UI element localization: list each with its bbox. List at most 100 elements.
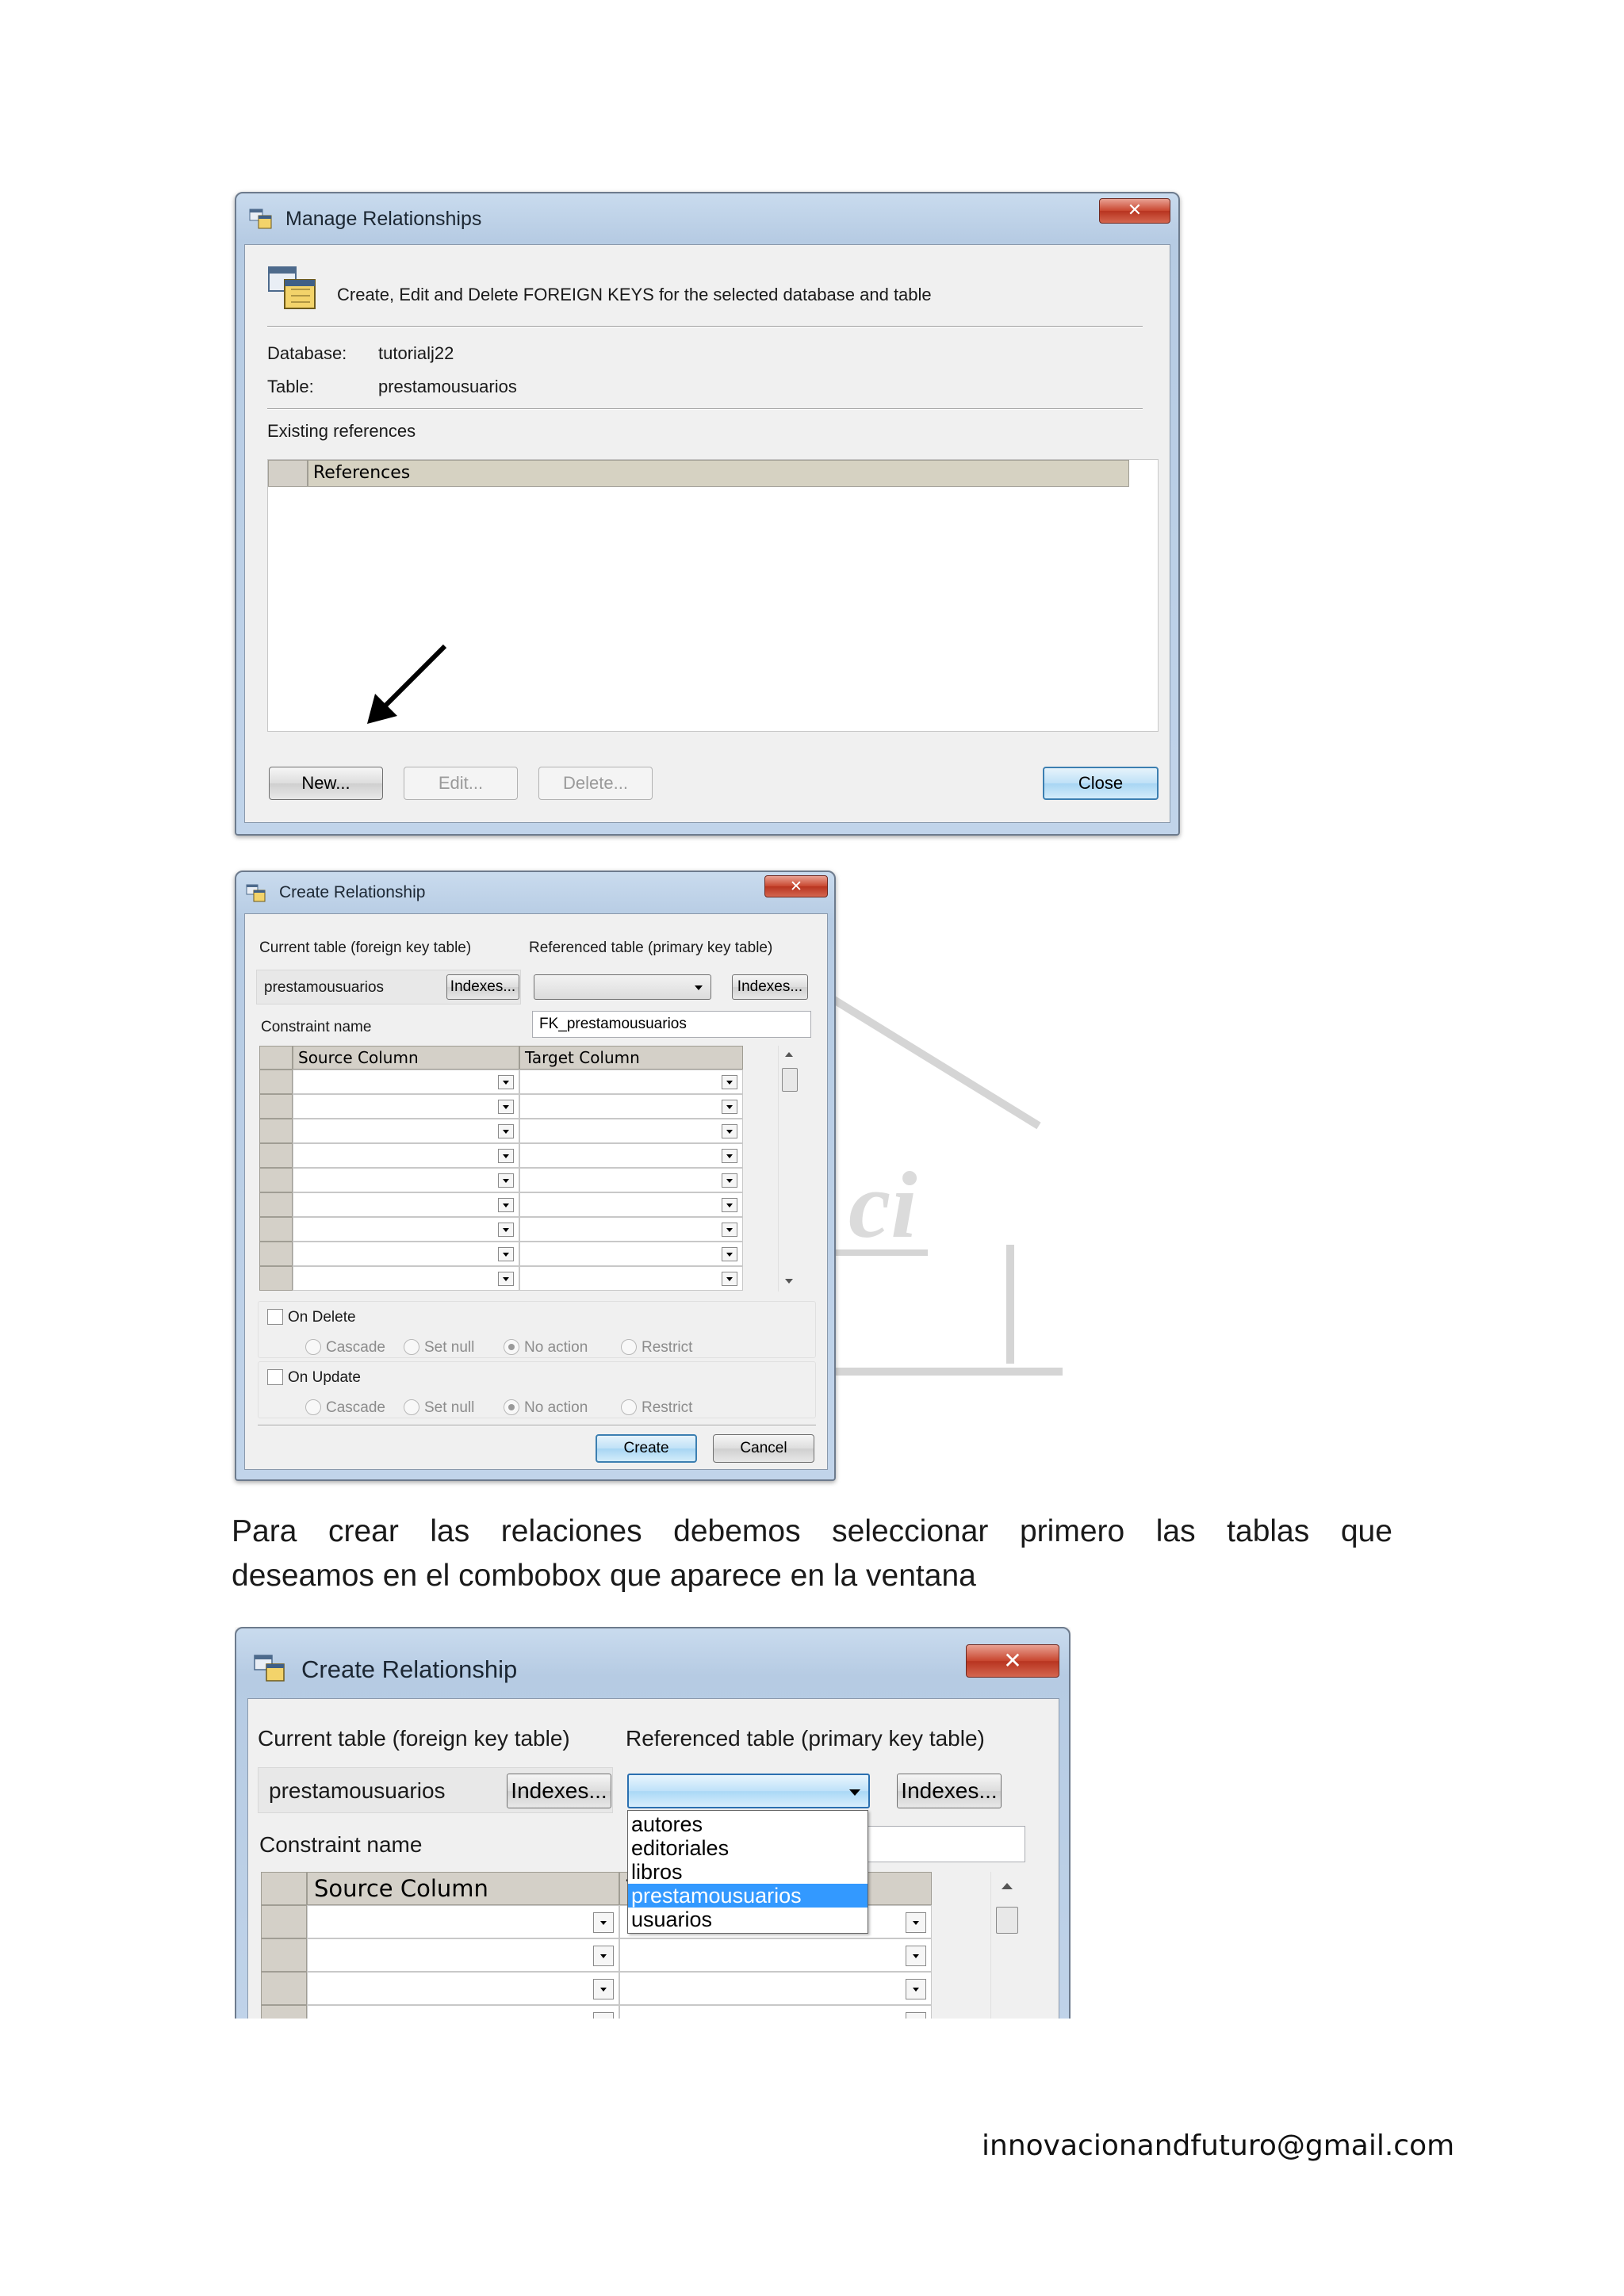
source-column-cell[interactable] xyxy=(307,1972,619,2005)
chevron-down-icon[interactable] xyxy=(722,1272,737,1286)
target-column-cell[interactable] xyxy=(519,1242,743,1266)
source-column-cell[interactable] xyxy=(293,1094,519,1119)
references-column-header[interactable]: References xyxy=(308,460,1129,487)
source-column-cell[interactable] xyxy=(293,1266,519,1291)
chevron-down-icon[interactable] xyxy=(593,1946,614,1966)
chevron-down-icon[interactable] xyxy=(722,1100,737,1114)
on-update-restrict-radio[interactable] xyxy=(621,1399,637,1415)
scroll-up-icon[interactable] xyxy=(1002,1883,1013,1889)
chevron-down-icon[interactable] xyxy=(722,1075,737,1089)
grid-row-header[interactable] xyxy=(259,1168,293,1192)
grid-scrollbar[interactable] xyxy=(990,1872,1022,2019)
chevron-down-icon[interactable] xyxy=(498,1075,514,1089)
referenced-table-combobox[interactable] xyxy=(534,974,711,1000)
grid-row-header[interactable] xyxy=(259,1242,293,1266)
referenced-indexes-button[interactable]: Indexes... xyxy=(897,1774,1002,1808)
grid-row-header[interactable] xyxy=(259,1119,293,1143)
chevron-down-icon[interactable] xyxy=(722,1223,737,1237)
target-column-cell[interactable] xyxy=(519,1143,743,1168)
referenced-indexes-button[interactable]: Indexes... xyxy=(732,974,808,1000)
source-column-cell[interactable] xyxy=(293,1242,519,1266)
delete-button[interactable]: Delete... xyxy=(538,767,653,800)
dropdown-option-highlighted[interactable]: prestamousuarios xyxy=(628,1884,868,1908)
target-column-cell[interactable] xyxy=(519,1192,743,1217)
dropdown-option[interactable]: libros xyxy=(628,1860,868,1884)
target-column-cell[interactable] xyxy=(519,1217,743,1242)
grid-row-header[interactable] xyxy=(261,1972,307,2005)
chevron-down-icon[interactable] xyxy=(593,1979,614,1999)
close-button[interactable]: Close xyxy=(1043,767,1159,800)
chevron-down-icon[interactable] xyxy=(722,1124,737,1138)
on-update-setnull-radio[interactable] xyxy=(404,1399,419,1415)
scroll-down-icon[interactable] xyxy=(785,1279,793,1284)
target-column-cell[interactable] xyxy=(519,1168,743,1192)
referenced-table-dropdown-list[interactable]: autores editoriales libros prestamousuar… xyxy=(627,1810,868,1934)
source-column-cell[interactable] xyxy=(293,1192,519,1217)
chevron-down-icon[interactable] xyxy=(498,1149,514,1163)
chevron-down-icon[interactable] xyxy=(722,1173,737,1188)
grid-row-header[interactable] xyxy=(261,2005,307,2019)
close-icon[interactable]: ✕ xyxy=(1099,198,1170,224)
scroll-thumb[interactable] xyxy=(996,1907,1018,1934)
chevron-down-icon[interactable] xyxy=(498,1272,514,1286)
referenced-table-combobox[interactable] xyxy=(627,1774,870,1808)
scroll-up-icon[interactable] xyxy=(785,1052,793,1057)
chevron-down-icon[interactable] xyxy=(906,2012,926,2019)
dropdown-option[interactable]: usuarios xyxy=(628,1908,868,1931)
on-update-cascade-radio[interactable] xyxy=(305,1399,321,1415)
target-column-cell[interactable] xyxy=(519,1094,743,1119)
chevron-down-icon[interactable] xyxy=(498,1223,514,1237)
source-column-cell[interactable] xyxy=(293,1119,519,1143)
on-delete-restrict-radio[interactable] xyxy=(621,1339,637,1355)
source-column-cell[interactable] xyxy=(307,1938,619,1972)
target-column-cell[interactable] xyxy=(619,1938,932,1972)
source-column-header[interactable]: Source Column xyxy=(293,1046,519,1070)
chevron-down-icon[interactable] xyxy=(906,1946,926,1966)
current-indexes-button[interactable]: Indexes... xyxy=(446,974,519,1000)
on-delete-checkbox[interactable] xyxy=(267,1309,283,1325)
chevron-down-icon[interactable] xyxy=(906,1979,926,1999)
grid-row-header[interactable] xyxy=(259,1192,293,1217)
source-column-cell[interactable] xyxy=(307,2005,619,2019)
on-delete-noaction-radio[interactable] xyxy=(504,1339,519,1355)
chevron-down-icon[interactable] xyxy=(498,1100,514,1114)
grid-row-header[interactable] xyxy=(259,1266,293,1291)
target-column-cell[interactable] xyxy=(519,1070,743,1094)
chevron-down-icon[interactable] xyxy=(722,1198,737,1212)
grid-scrollbar[interactable] xyxy=(778,1046,800,1292)
scroll-thumb[interactable] xyxy=(782,1068,798,1092)
grid-row-header[interactable] xyxy=(261,1905,307,1938)
source-column-header[interactable]: Source Column xyxy=(307,1872,619,1905)
dropdown-option[interactable]: autores xyxy=(628,1812,868,1836)
chevron-down-icon[interactable] xyxy=(593,1912,614,1933)
close-icon[interactable]: ✕ xyxy=(764,875,828,897)
create-button[interactable]: Create xyxy=(596,1434,697,1463)
source-column-cell[interactable] xyxy=(293,1168,519,1192)
grid-row-header[interactable] xyxy=(259,1217,293,1242)
chevron-down-icon[interactable] xyxy=(906,1912,926,1933)
new-button[interactable]: New... xyxy=(269,767,383,800)
chevron-down-icon[interactable] xyxy=(498,1124,514,1138)
grid-row-header[interactable] xyxy=(259,1143,293,1168)
target-column-header[interactable]: Target Column xyxy=(519,1046,743,1070)
on-delete-setnull-radio[interactable] xyxy=(404,1339,419,1355)
grid-row-header[interactable] xyxy=(261,1938,307,1972)
target-column-cell[interactable] xyxy=(519,1266,743,1291)
target-column-cell[interactable] xyxy=(619,2005,932,2019)
chevron-down-icon[interactable] xyxy=(593,2012,614,2019)
source-column-cell[interactable] xyxy=(293,1217,519,1242)
chevron-down-icon[interactable] xyxy=(498,1173,514,1188)
source-column-cell[interactable] xyxy=(307,1905,619,1938)
dropdown-option[interactable]: editoriales xyxy=(628,1836,868,1860)
target-column-cell[interactable] xyxy=(619,1972,932,2005)
current-indexes-button[interactable]: Indexes... xyxy=(507,1774,611,1808)
grid-row-header[interactable] xyxy=(259,1070,293,1094)
on-delete-cascade-radio[interactable] xyxy=(305,1339,321,1355)
constraint-name-field[interactable]: FK_prestamousuarios xyxy=(532,1011,811,1038)
source-column-cell[interactable] xyxy=(293,1070,519,1094)
chevron-down-icon[interactable] xyxy=(498,1198,514,1212)
chevron-down-icon[interactable] xyxy=(498,1247,514,1261)
close-icon[interactable]: ✕ xyxy=(966,1644,1059,1678)
on-update-checkbox[interactable] xyxy=(267,1369,283,1385)
chevron-down-icon[interactable] xyxy=(722,1149,737,1163)
